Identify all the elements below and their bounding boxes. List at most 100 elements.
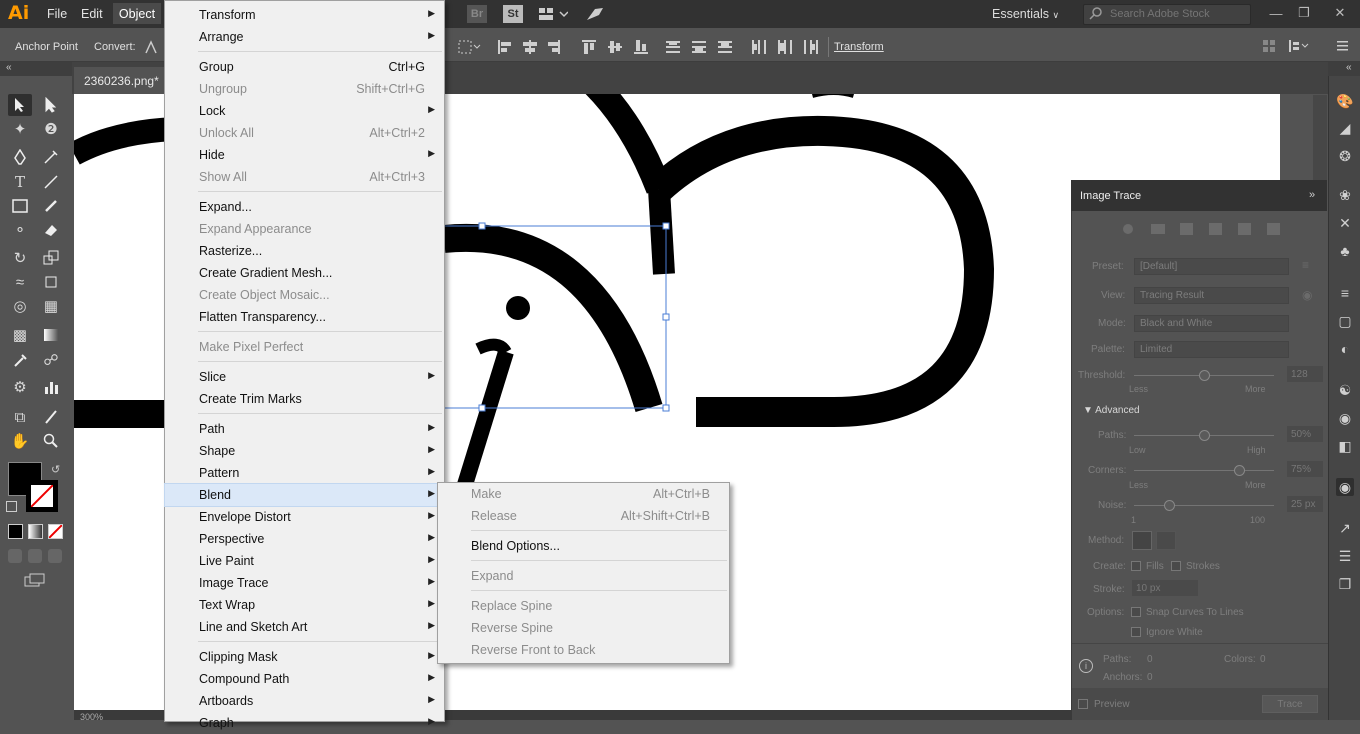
rotate-tool-icon[interactable]: ↻	[8, 247, 32, 269]
stroke-panel-icon[interactable]: ≡	[1336, 284, 1354, 302]
menu-item-artboards[interactable]: Artboards ▶	[165, 690, 444, 712]
gpu-performance-icon[interactable]	[585, 5, 605, 23]
menu-item-line-and-sketch-art[interactable]: Line and Sketch Art ▶	[165, 616, 444, 638]
threshold-slider-knob[interactable]	[1199, 370, 1210, 381]
blend-item-expand[interactable]: Expand	[438, 565, 729, 587]
menu-file[interactable]: File	[47, 7, 67, 21]
layers-panel-icon[interactable]: ◧	[1336, 437, 1354, 455]
menu-item-clipping-mask[interactable]: Clipping Mask ▶	[165, 646, 444, 668]
menu-item-make-pixel-perfect[interactable]: Make Pixel Perfect	[165, 336, 444, 358]
stroke-value[interactable]: 10 px	[1132, 580, 1198, 596]
menu-item-rasterize[interactable]: Rasterize...	[165, 240, 444, 262]
column-graph-tool-icon[interactable]	[39, 376, 63, 398]
blend-item-reverse-spine[interactable]: Reverse Spine	[438, 617, 729, 639]
menu-object[interactable]: Object	[113, 3, 161, 24]
arrange-documents-icon[interactable]	[536, 5, 570, 23]
menu-item-slice[interactable]: Slice ▶	[165, 366, 444, 388]
minimize-icon[interactable]: —	[1266, 4, 1286, 22]
zoom-level[interactable]: 300%	[80, 712, 103, 722]
isolate-icon[interactable]	[1262, 39, 1276, 56]
menu-item-live-paint[interactable]: Live Paint ▶	[165, 550, 444, 572]
gradient-panel-icon[interactable]: ▢	[1336, 312, 1354, 330]
color-guide-icon[interactable]: ◢	[1336, 119, 1354, 137]
document-tab[interactable]: 2360236.png*	[74, 67, 164, 94]
menu-item-transform[interactable]: Transform ▶	[165, 4, 444, 26]
menu-item-arrange[interactable]: Arrange ▶	[165, 26, 444, 48]
eyedropper-tool-icon[interactable]	[8, 349, 32, 371]
brushes-icon[interactable]: ✕	[1336, 214, 1354, 232]
palette-dropdown[interactable]: Limited	[1134, 341, 1289, 358]
color-mode-icon[interactable]	[8, 524, 23, 539]
menu-item-create-object-mosaic[interactable]: Create Object Mosaic...	[165, 284, 444, 306]
graphic-styles-icon[interactable]: ◉	[1336, 409, 1354, 427]
symbols-icon[interactable]: ❀	[1336, 186, 1354, 204]
menu-item-ungroup[interactable]: Ungroup Shift+Ctrl+G	[165, 78, 444, 100]
club-icon[interactable]: ♣	[1336, 242, 1354, 260]
draw-inside-icon[interactable]	[48, 549, 62, 563]
scale-tool-icon[interactable]	[39, 247, 63, 269]
selection-tool-icon[interactable]	[8, 94, 32, 116]
dock-collapse-bar[interactable]: «	[1328, 62, 1360, 76]
screen-mode-icon[interactable]	[24, 573, 46, 587]
pen-tool-icon[interactable]	[8, 146, 32, 168]
blend-tool-icon[interactable]: ☍	[39, 349, 63, 371]
snap-curves-checkbox[interactable]	[1131, 607, 1141, 617]
artboards-panel-icon[interactable]: ❐	[1336, 575, 1354, 593]
noise-slider[interactable]	[1134, 505, 1274, 506]
blend-item-replace-spine[interactable]: Replace Spine	[438, 595, 729, 617]
paintbrush-tool-icon[interactable]	[39, 195, 63, 217]
transform-link[interactable]: Transform	[834, 41, 884, 53]
blend-item-blend-options[interactable]: Blend Options...	[438, 535, 729, 557]
advanced-toggle[interactable]: ▼ Advanced	[1083, 405, 1140, 416]
menu-item-path[interactable]: Path ▶	[165, 418, 444, 440]
perspective-grid-tool-icon[interactable]: ▦	[39, 295, 63, 317]
menu-item-expand[interactable]: Expand...	[165, 196, 444, 218]
close-icon[interactable]: ✕	[1330, 4, 1350, 22]
bridge-icon[interactable]: Br	[467, 5, 487, 23]
menu-item-text-wrap[interactable]: Text Wrap ▶	[165, 594, 444, 616]
draw-normal-icon[interactable]	[8, 549, 22, 563]
restore-icon[interactable]: ❐	[1294, 4, 1314, 22]
method-abutting-icon[interactable]	[1132, 531, 1152, 550]
menu-item-envelope-distort[interactable]: Envelope Distort ▶	[165, 506, 444, 528]
free-transform-tool-icon[interactable]	[39, 271, 63, 293]
ignore-white-checkbox[interactable]	[1131, 627, 1141, 637]
mesh-tool-icon[interactable]: ▩	[8, 324, 32, 346]
collapse-panel-icon[interactable]: »	[1309, 189, 1315, 201]
threshold-value[interactable]: 128	[1287, 366, 1323, 382]
appearance-icon[interactable]: ☯	[1336, 381, 1354, 399]
default-fill-stroke-icon[interactable]	[6, 501, 17, 512]
gradient-mode-icon[interactable]	[28, 524, 43, 539]
noise-slider-knob[interactable]	[1164, 500, 1175, 511]
image-trace-header[interactable]: Image Trace »	[1071, 180, 1327, 211]
menu-item-expand-appearance[interactable]: Expand Appearance	[165, 218, 444, 240]
magic-wand-tool-icon[interactable]: ✦	[8, 118, 32, 140]
corners-slider-knob[interactable]	[1234, 465, 1245, 476]
menu-item-flatten-transparency[interactable]: Flatten Transparency...	[165, 306, 444, 328]
menu-item-perspective[interactable]: Perspective ▶	[165, 528, 444, 550]
trace-button[interactable]: Trace	[1262, 695, 1318, 713]
noise-value[interactable]: 25 px	[1287, 496, 1323, 512]
gradient-tool-icon[interactable]	[39, 324, 63, 346]
preview-checkbox[interactable]	[1078, 699, 1088, 709]
recolor-icon[interactable]: ❂	[1336, 147, 1354, 165]
method-overlapping-icon[interactable]	[1156, 531, 1176, 550]
blend-item-release[interactable]: Release Alt+Shift+Ctrl+B	[438, 505, 729, 527]
preset-dropdown[interactable]: [Default]	[1134, 258, 1289, 275]
selection-frame-icon[interactable]	[458, 39, 481, 55]
convert-anchor-icon[interactable]	[144, 39, 158, 58]
swap-fill-stroke-icon[interactable]: ↺	[51, 463, 60, 476]
menu-item-blend[interactable]: Blend ▶	[164, 483, 445, 507]
menu-item-graph[interactable]: Graph ▶	[165, 712, 444, 734]
menu-edit[interactable]: Edit	[81, 7, 103, 21]
fills-checkbox[interactable]	[1131, 561, 1141, 571]
curvature-tool-icon[interactable]	[39, 146, 63, 168]
hand-tool-icon[interactable]: ✋	[8, 430, 32, 452]
export-icon[interactable]: ↗	[1336, 519, 1354, 537]
workspace-switcher[interactable]: Essentials ∨	[992, 7, 1059, 21]
menu-item-lock[interactable]: Lock ▶	[165, 100, 444, 122]
menu-item-show-all[interactable]: Show All Alt+Ctrl+3	[165, 166, 444, 188]
stock-icon[interactable]: St	[503, 5, 523, 23]
toolbar-collapse-bar[interactable]: «	[0, 62, 72, 76]
shape-builder-tool-icon[interactable]: ◎	[8, 295, 32, 317]
